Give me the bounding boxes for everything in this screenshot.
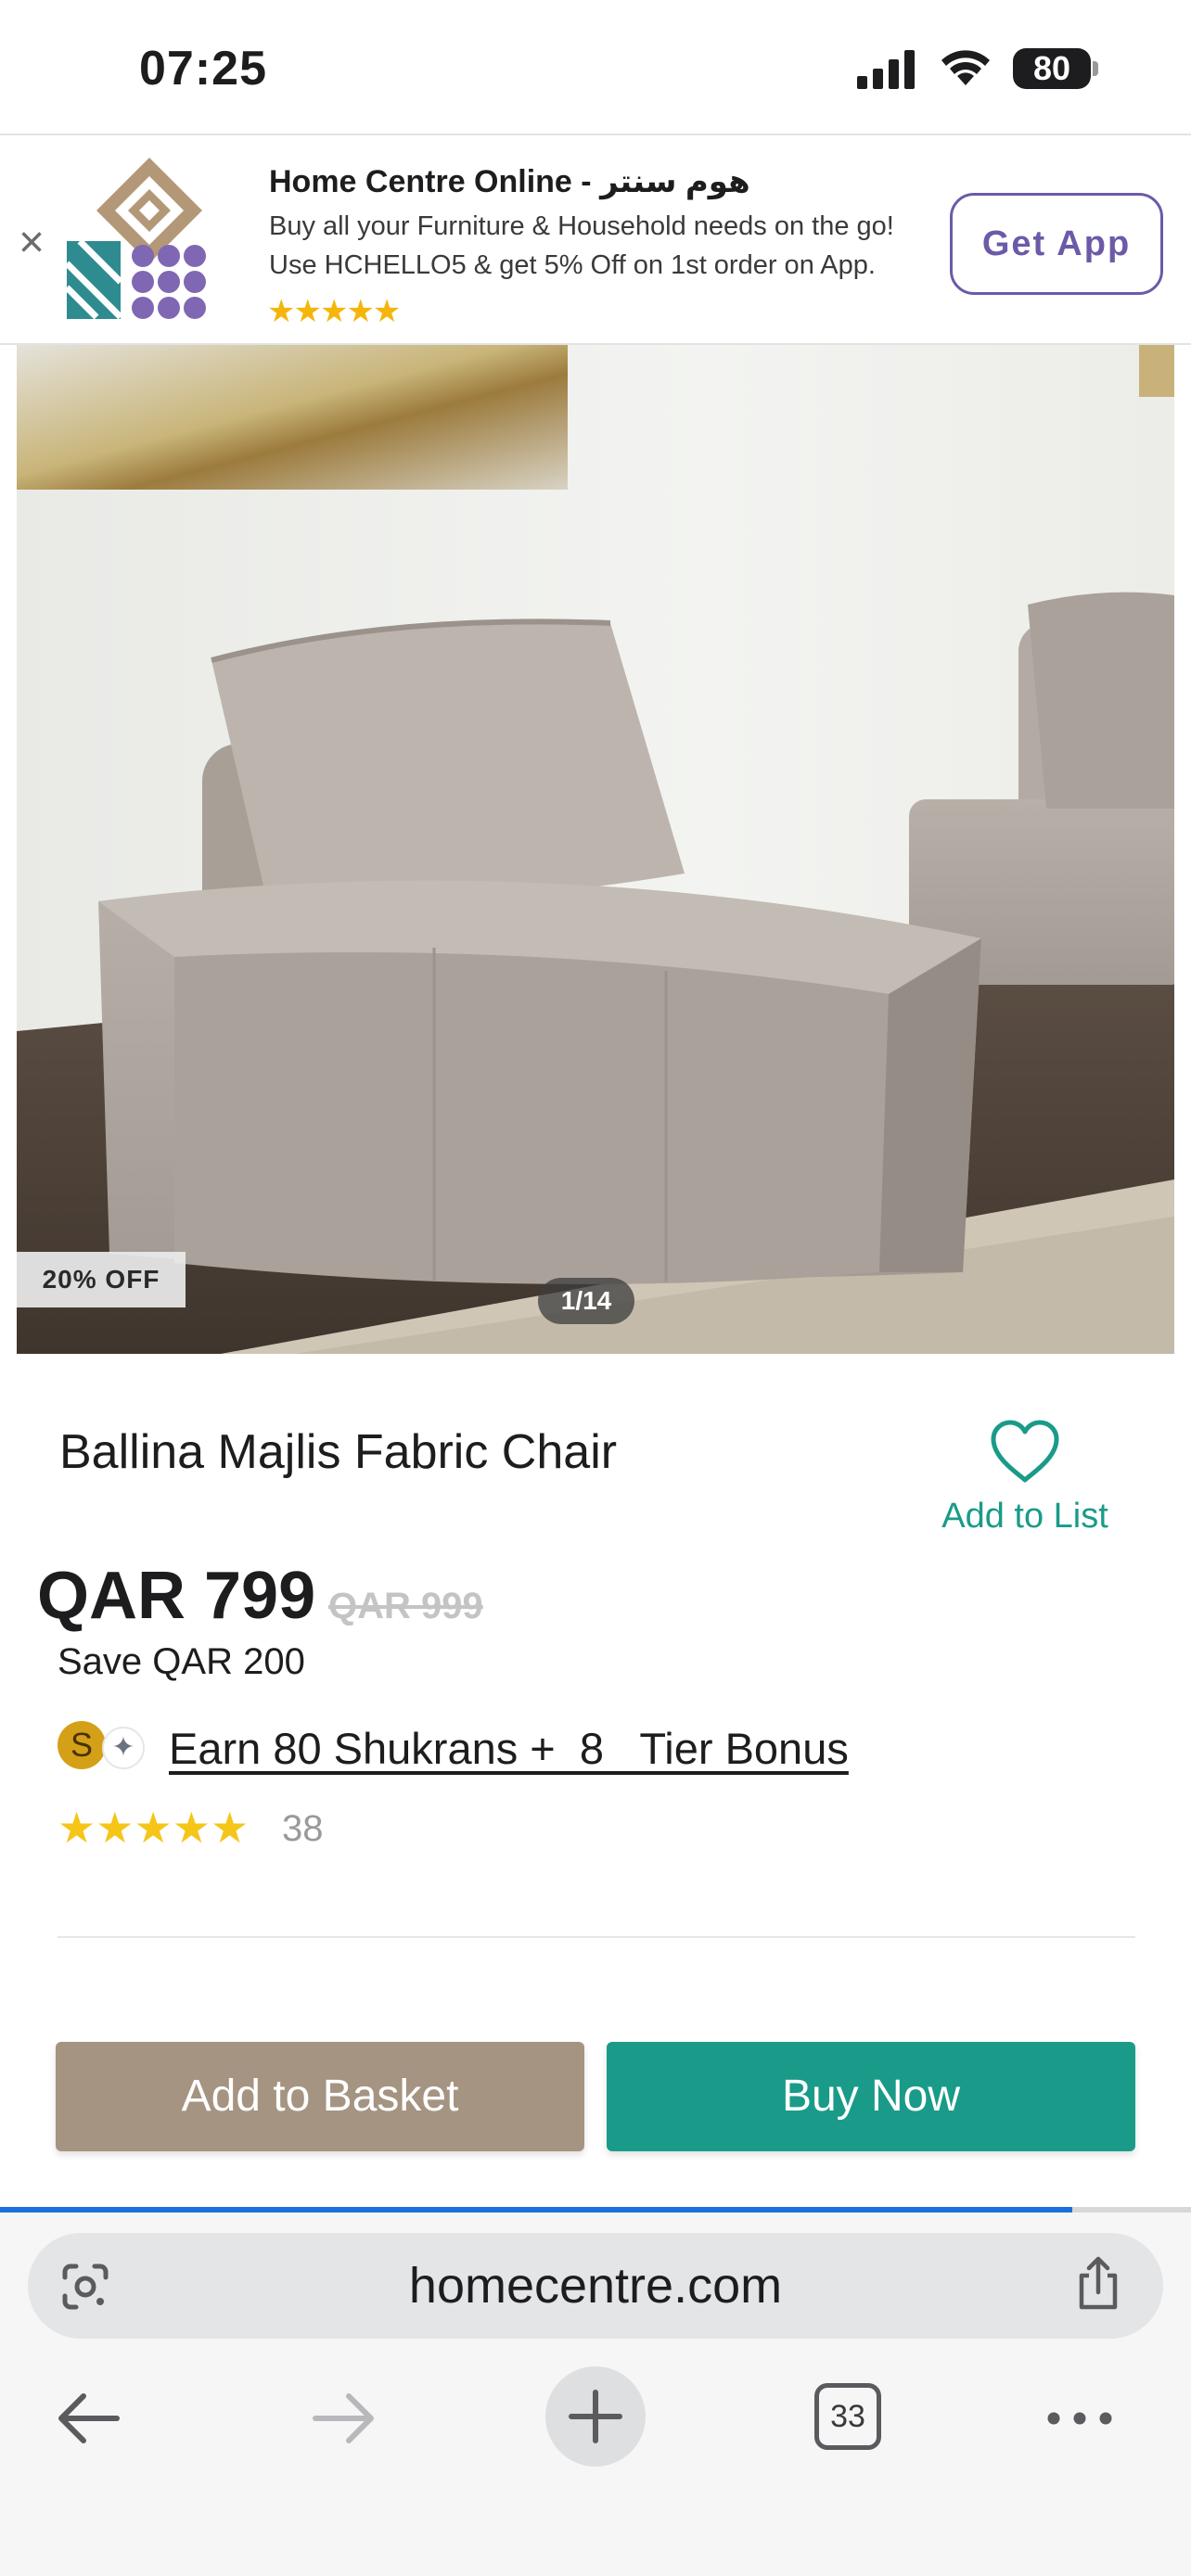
add-to-list-button[interactable]: Add to List bbox=[918, 1419, 1132, 1549]
buy-now-button[interactable]: Buy Now bbox=[607, 2042, 1135, 2151]
get-app-button[interactable]: Get App bbox=[950, 193, 1163, 295]
plus-icon bbox=[569, 2390, 622, 2443]
share-icon[interactable] bbox=[1072, 2255, 1124, 2313]
rating-stars: ★★★★★ bbox=[58, 1804, 250, 1852]
shukran-earn-text: Earn 80 Shukrans + 8 Tier Bonus bbox=[169, 1724, 849, 1773]
new-tab-button[interactable] bbox=[545, 2366, 646, 2467]
rating-count: 38 bbox=[282, 1808, 324, 1849]
forward-arrow-icon[interactable] bbox=[306, 2385, 380, 2452]
banner-title: Home Centre Online - هوم سنتر bbox=[269, 164, 750, 199]
add-to-basket-button[interactable]: Add to Basket bbox=[56, 2042, 584, 2151]
tab-switcher-button[interactable]: 33 bbox=[814, 2383, 881, 2450]
heart-icon bbox=[991, 1420, 1059, 1483]
battery-icon: 80 bbox=[1013, 48, 1098, 89]
shukran-rewards-link[interactable]: S ✦ Earn 80 Shukrans + 8 Tier Bonus bbox=[58, 1719, 985, 1777]
product-image[interactable] bbox=[17, 345, 1174, 1354]
product-title: Ballina Majlis Fabric Chair bbox=[59, 1425, 618, 1479]
shukran-coin-icon: S bbox=[58, 1721, 106, 1769]
discount-badge: 20% OFF bbox=[17, 1252, 186, 1307]
battery-level: 80 bbox=[1032, 49, 1071, 87]
savings-text: Save QAR 200 bbox=[58, 1641, 305, 1682]
page-load-progress bbox=[0, 2207, 1191, 2213]
url-text: homecentre.com bbox=[408, 2258, 783, 2314]
fabric-chair-photo bbox=[17, 345, 1174, 1354]
more-options-icon[interactable] bbox=[1043, 2396, 1117, 2441]
image-counter: 1/14 bbox=[538, 1278, 634, 1324]
banner-rating-stars: ★★★★★ bbox=[267, 294, 401, 329]
status-time: 07:25 bbox=[139, 42, 267, 96]
original-price: QAR 999 bbox=[328, 1586, 483, 1626]
current-price: QAR 799 bbox=[37, 1559, 316, 1633]
banner-description-line-2: Use HCHELLO5 & get 5% Off on 1st order o… bbox=[269, 250, 876, 280]
close-icon[interactable]: × bbox=[13, 221, 50, 265]
cellular-signal-icon bbox=[857, 50, 915, 89]
status-bar: 07:25 80 bbox=[0, 0, 1191, 134]
divider bbox=[58, 1936, 1135, 1938]
back-arrow-icon[interactable] bbox=[52, 2385, 126, 2452]
app-install-banner: × Home Centre Online - هوم سنتر Buy all … bbox=[0, 134, 1191, 345]
wifi-icon bbox=[941, 50, 990, 85]
home-centre-logo bbox=[64, 158, 206, 320]
page-load-progress-fill bbox=[0, 2207, 1072, 2213]
tier-sparkle-icon: ✦ bbox=[102, 1727, 145, 1769]
banner-description-line-1: Buy all your Furniture & Household needs… bbox=[269, 211, 894, 241]
address-bar[interactable]: homecentre.com bbox=[28, 2233, 1163, 2339]
add-to-list-label: Add to List bbox=[941, 1497, 1108, 1536]
